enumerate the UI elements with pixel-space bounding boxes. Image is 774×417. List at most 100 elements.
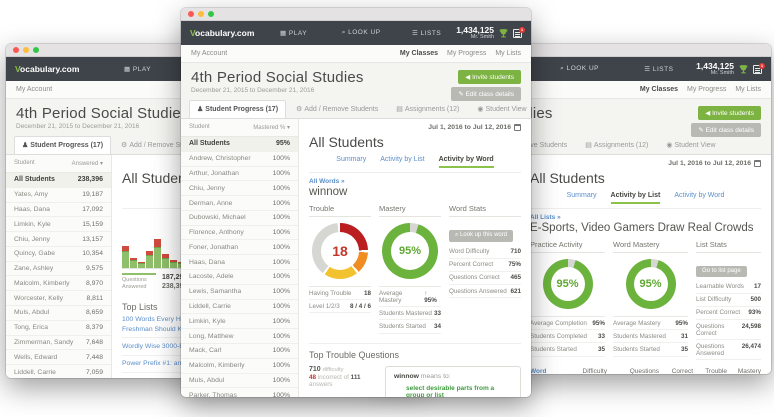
student-row[interactable]: Quincy, Gabe10,354 <box>6 247 111 262</box>
student-row[interactable]: Mack, Carl100% <box>181 344 298 359</box>
stat-row[interactable]: Students Completed33 <box>530 330 605 343</box>
stat-row[interactable]: Average Mastery95% <box>613 317 688 330</box>
stat-row[interactable]: Students Mastered31 <box>613 330 688 343</box>
student-row[interactable]: Liddell, Carrie7,059 <box>6 365 111 378</box>
nav-look-up[interactable]: ⌕ LOOK UP <box>538 65 622 73</box>
breadcrumb-my-account[interactable]: My Account <box>16 86 52 93</box>
minimize-window-icon[interactable] <box>23 47 29 53</box>
zoom-window-icon[interactable] <box>208 11 214 17</box>
invite-students-button[interactable]: ◀ Invite students <box>458 70 521 84</box>
student-row[interactable]: Derman, Anne100% <box>181 196 298 211</box>
breadcrumb-all-words[interactable]: All Words » <box>309 178 521 185</box>
link-my-progress[interactable]: My Progress <box>687 86 726 93</box>
nav-lists[interactable]: ☰ LISTS <box>622 65 697 73</box>
student-row[interactable]: Andrew, Christopher100% <box>181 152 298 167</box>
column-questions[interactable]: Questions <box>607 368 659 374</box>
student-row[interactable]: Muls, Abdul8,659 <box>6 306 111 321</box>
student-row[interactable]: Malcolm, Kimberly8,970 <box>6 276 111 291</box>
stat-row[interactable]: Students Started34 <box>379 320 441 333</box>
column-answered[interactable]: Answered ▾ <box>72 160 103 167</box>
column-student[interactable]: Student <box>189 124 210 131</box>
tab-assignments[interactable]: ▤Assignments (12) <box>577 136 656 154</box>
column-mastered[interactable]: Mastered % ▾ <box>253 124 290 131</box>
subtab-summary[interactable]: Summary <box>336 156 366 168</box>
student-row[interactable]: Tong, Erica8,379 <box>6 321 111 336</box>
stat-row[interactable]: Questions Correct465 <box>449 272 521 285</box>
vocabulary-logo[interactable]: Vocabulary.com <box>190 28 262 38</box>
report-date-range[interactable]: Jul 1, 2016 to Jul 12, 2016 <box>428 124 521 131</box>
stat-row[interactable]: Questions Answered621 <box>449 285 521 298</box>
student-row[interactable]: Muls, Abdul100% <box>181 374 298 389</box>
go-to-list-page-button[interactable]: Go to list page <box>696 266 747 277</box>
link-my-progress[interactable]: My Progress <box>447 50 486 57</box>
answer-option[interactable]: select desirable parts from a group or l… <box>406 385 512 397</box>
edit-class-details-button[interactable]: ✎ Edit class details <box>691 123 761 137</box>
subtab-activity-by-list[interactable]: Activity by List <box>611 192 661 204</box>
breadcrumb-all-lists[interactable]: All Lists » <box>530 214 761 221</box>
stat-row[interactable]: Questions Correct24,598 <box>696 320 761 340</box>
student-row[interactable]: Zimmerman, Sandy7,648 <box>6 336 111 351</box>
minimize-window-icon[interactable] <box>198 11 204 17</box>
column-student[interactable]: Student <box>14 160 35 167</box>
student-row[interactable]: Haas, Dana100% <box>181 255 298 270</box>
look-up-word-button[interactable]: ⌕ Look up this word <box>449 230 513 242</box>
stat-row[interactable]: Average Mastery↑ 95% <box>379 287 441 307</box>
nav-play[interactable]: ▦ PLAY <box>262 29 325 37</box>
notifications-icon[interactable]: 1 <box>513 29 522 38</box>
student-row[interactable]: Arthur, Jonathan100% <box>181 167 298 182</box>
student-row[interactable]: Chiu, Jenny100% <box>181 181 298 196</box>
tab-add-remove-students[interactable]: ⚙Add / Remove Students <box>288 100 386 118</box>
column-mastery[interactable]: Mastery <box>727 368 761 374</box>
student-row[interactable]: Dubowski, Michael100% <box>181 211 298 226</box>
stat-row[interactable]: Students Started35 <box>530 343 605 356</box>
notifications-icon[interactable]: 1 <box>753 65 762 74</box>
subtab-activity-by-list[interactable]: Activity by List <box>380 156 424 168</box>
all-students-row[interactable]: All Students 95% <box>181 137 298 152</box>
stat-row[interactable]: Having Trouble18 <box>309 287 371 300</box>
student-row[interactable]: Limkin, Kyle100% <box>181 314 298 329</box>
all-students-row[interactable]: All Students 238,396 <box>6 173 111 188</box>
vocabulary-logo[interactable]: Vocabulary.com <box>15 64 100 74</box>
subtab-activity-by-word[interactable]: Activity by Word <box>674 192 724 204</box>
zoom-window-icon[interactable] <box>33 47 39 53</box>
student-row[interactable]: Haas, Dana17,092 <box>6 203 111 218</box>
close-window-icon[interactable] <box>188 11 194 17</box>
stat-row[interactable]: Percent Correct93% <box>696 307 761 320</box>
column-correct[interactable]: Correct <box>659 368 693 374</box>
column-trouble[interactable]: Trouble <box>693 368 727 374</box>
stat-row[interactable]: Level 1/2/38 / 4 / 6 <box>309 300 371 313</box>
tab-student-progress[interactable]: ♟Student Progress (17) <box>189 100 286 118</box>
column-word[interactable]: Word <box>530 368 573 374</box>
stat-row[interactable]: Questions Answered26,474 <box>696 340 761 360</box>
student-row[interactable]: Long, Matthew100% <box>181 329 298 344</box>
edit-class-details-button[interactable]: ✎ Edit class details <box>451 87 521 101</box>
question-preview[interactable]: winnow means to: select desirable parts … <box>385 366 521 397</box>
student-row[interactable]: Foner, Jonathan100% <box>181 240 298 255</box>
student-row[interactable]: Wells, Edward7,448 <box>6 350 111 365</box>
student-row[interactable]: Zane, Ashley9,575 <box>6 262 111 277</box>
stat-row[interactable]: Students Mastered33 <box>379 307 441 320</box>
tab-student-view[interactable]: ◉Student View <box>658 136 723 154</box>
subtab-activity-by-word[interactable]: Activity by Word <box>439 156 494 168</box>
nav-lists[interactable]: ☰ LISTS <box>397 29 456 37</box>
stat-row[interactable]: Word Difficulty710 <box>449 246 521 259</box>
close-window-icon[interactable] <box>13 47 19 53</box>
stat-row[interactable]: Average Completion95% <box>530 317 605 330</box>
student-row[interactable]: Florence, Anthony100% <box>181 226 298 241</box>
student-row[interactable]: Lewis, Samantha100% <box>181 285 298 300</box>
student-row[interactable]: Liddell, Carrie100% <box>181 300 298 315</box>
tab-student-progress[interactable]: ♟Student Progress (17) <box>14 136 111 154</box>
column-difficulty[interactable]: Difficulty <box>573 368 607 374</box>
nav-play[interactable]: ▦ PLAY <box>100 65 175 73</box>
report-date-range[interactable]: Jul 1, 2016 to Jul 12, 2016 <box>668 160 761 167</box>
subtab-summary[interactable]: Summary <box>567 192 597 204</box>
tab-assignments[interactable]: ▤Assignments (12) <box>388 100 467 118</box>
stat-row[interactable]: Percent Correct75% <box>449 259 521 272</box>
tab-student-view[interactable]: ◉Student View <box>469 100 531 118</box>
stat-row[interactable]: List Difficulty500 <box>696 294 761 307</box>
student-row[interactable]: Malcolm, Kimberly100% <box>181 359 298 374</box>
student-row[interactable]: Chiu, Jenny13,157 <box>6 232 111 247</box>
student-row[interactable]: Parker, Thomas100% <box>181 388 298 397</box>
points-display[interactable]: 1,434,125Mr. Smith <box>696 62 734 76</box>
link-my-classes[interactable]: My Classes <box>640 86 678 93</box>
